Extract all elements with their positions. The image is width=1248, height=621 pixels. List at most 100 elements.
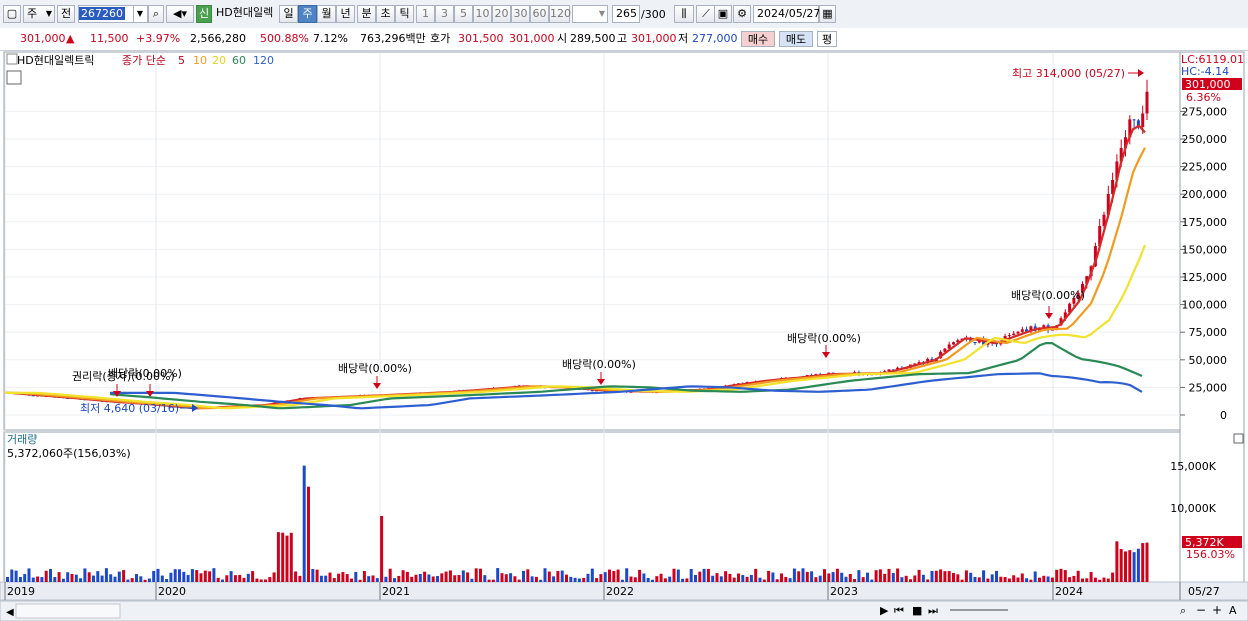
volume-bar: [767, 570, 771, 582]
candle-body: [1007, 335, 1011, 337]
event-label-5: 배당락(0.00%): [787, 332, 861, 345]
volume-bar: [960, 579, 964, 582]
volume-bar: [1055, 569, 1059, 582]
volume-bar: [152, 570, 156, 582]
candle-body: [1132, 119, 1136, 121]
volume-bar: [853, 579, 857, 582]
volume-bar: [431, 576, 435, 582]
volume-bar: [930, 570, 934, 582]
current-pct: 6.36%: [1186, 91, 1221, 104]
volume-bar: [1115, 541, 1119, 582]
zoom-in-icon[interactable]: +: [1212, 603, 1222, 617]
volume-bar: [1007, 578, 1011, 582]
volume-bar: [66, 572, 70, 582]
ma-5: 5: [178, 54, 185, 67]
play-icon[interactable]: ▶: [880, 604, 889, 617]
zoom-icon[interactable]: ⌕: [1180, 604, 1186, 617]
volume-bar: [302, 465, 306, 582]
volume-bar: [100, 575, 104, 582]
volume-bar: [74, 574, 78, 582]
volume-bar: [1038, 577, 1041, 582]
volume-bar: [870, 579, 874, 582]
volume-bar: [698, 571, 702, 582]
y-tick-label: 75,000: [1189, 326, 1228, 339]
rewind-icon[interactable]: ⏮: [894, 604, 904, 617]
volume-bar: [814, 577, 818, 582]
volume-bar: [595, 578, 599, 582]
volume-bar: [848, 574, 852, 582]
volume-bar: [195, 570, 199, 582]
volume-bar: [874, 570, 878, 582]
volume-bar: [638, 569, 642, 582]
volume-bar: [797, 571, 801, 582]
volume-bar: [556, 571, 560, 582]
chart-canvas: 275,000 250,000 225,000 200,000 175,000 150,0…: [0, 51, 1248, 621]
volume-panel: [3, 431, 1181, 583]
scroll-bar[interactable]: [0, 600, 1248, 621]
volume-bar: [61, 578, 65, 582]
volume-bar: [689, 568, 693, 582]
hc-value: HC:-4.14: [1181, 65, 1229, 78]
volume-bar: [405, 571, 409, 582]
volume-bar: [113, 576, 117, 582]
stop-icon[interactable]: ■: [912, 604, 922, 617]
volume-bar: [457, 574, 461, 582]
volume-bar: [208, 571, 212, 582]
volume-bar: [1029, 579, 1033, 582]
volume-bar: [749, 574, 753, 582]
volume-bar: [784, 576, 788, 582]
volume-bar: [104, 568, 108, 582]
volume-bar: [315, 569, 319, 582]
x-tick-label: 2023: [830, 585, 858, 598]
volume-bar: [616, 569, 620, 582]
auto-scale-icon[interactable]: A: [1229, 604, 1237, 617]
volume-bar: [31, 577, 35, 582]
volume-bar: [319, 575, 323, 582]
volume-bar: [883, 573, 887, 582]
volume-bar: [332, 577, 336, 582]
scroll-left-icon[interactable]: ◀: [6, 607, 14, 618]
volume-bar: [384, 576, 388, 582]
forward-icon[interactable]: ⏭: [928, 604, 938, 617]
zoom-out-icon[interactable]: −: [1196, 603, 1206, 617]
volume-bar: [199, 573, 203, 582]
volume-bar: [491, 579, 495, 582]
volume-bar: [487, 579, 491, 582]
scroll-track[interactable]: [15, 603, 121, 619]
volume-bar: [565, 574, 568, 582]
volume-bar: [255, 578, 259, 582]
volume-bar: [49, 568, 52, 582]
volume-bar: [694, 574, 697, 582]
volume-bar: [444, 571, 448, 582]
volume-bar: [165, 578, 169, 582]
ma-20: 20: [212, 54, 226, 67]
volume-bar: [560, 570, 564, 582]
y-tick-label: 25,000: [1189, 381, 1228, 394]
ma-10: 10: [193, 54, 207, 67]
volume-bar: [758, 577, 762, 582]
event-label-2: 배당락(0.00%): [108, 367, 182, 380]
close-icon[interactable]: [1233, 433, 1244, 444]
panel-menu-icon[interactable]: [6, 53, 18, 65]
volume-bar: [1081, 578, 1084, 582]
volume-bar: [1141, 543, 1145, 582]
volume-bar: [952, 572, 955, 582]
volume-bar: [246, 573, 250, 582]
ma-60: 60: [232, 54, 246, 67]
volume-bar: [311, 568, 315, 582]
volume-bar: [466, 572, 470, 582]
volume-bar: [629, 576, 633, 582]
chart-table-icon[interactable]: [6, 70, 22, 85]
volume-bar: [608, 569, 611, 582]
volume-bar: [1033, 571, 1037, 582]
x-tick-label: 2020: [158, 585, 186, 598]
volume-bar: [788, 578, 792, 582]
volume-bar: [1098, 579, 1102, 582]
volume-bar: [401, 570, 405, 582]
event-label-6: 배당락(0.00%): [1011, 289, 1085, 302]
volume-bar: [216, 577, 220, 582]
volume-bar: [866, 572, 869, 582]
volume-bar: [534, 576, 538, 582]
current-price: 301,000: [1185, 78, 1231, 91]
volume-bar: [1093, 577, 1097, 582]
